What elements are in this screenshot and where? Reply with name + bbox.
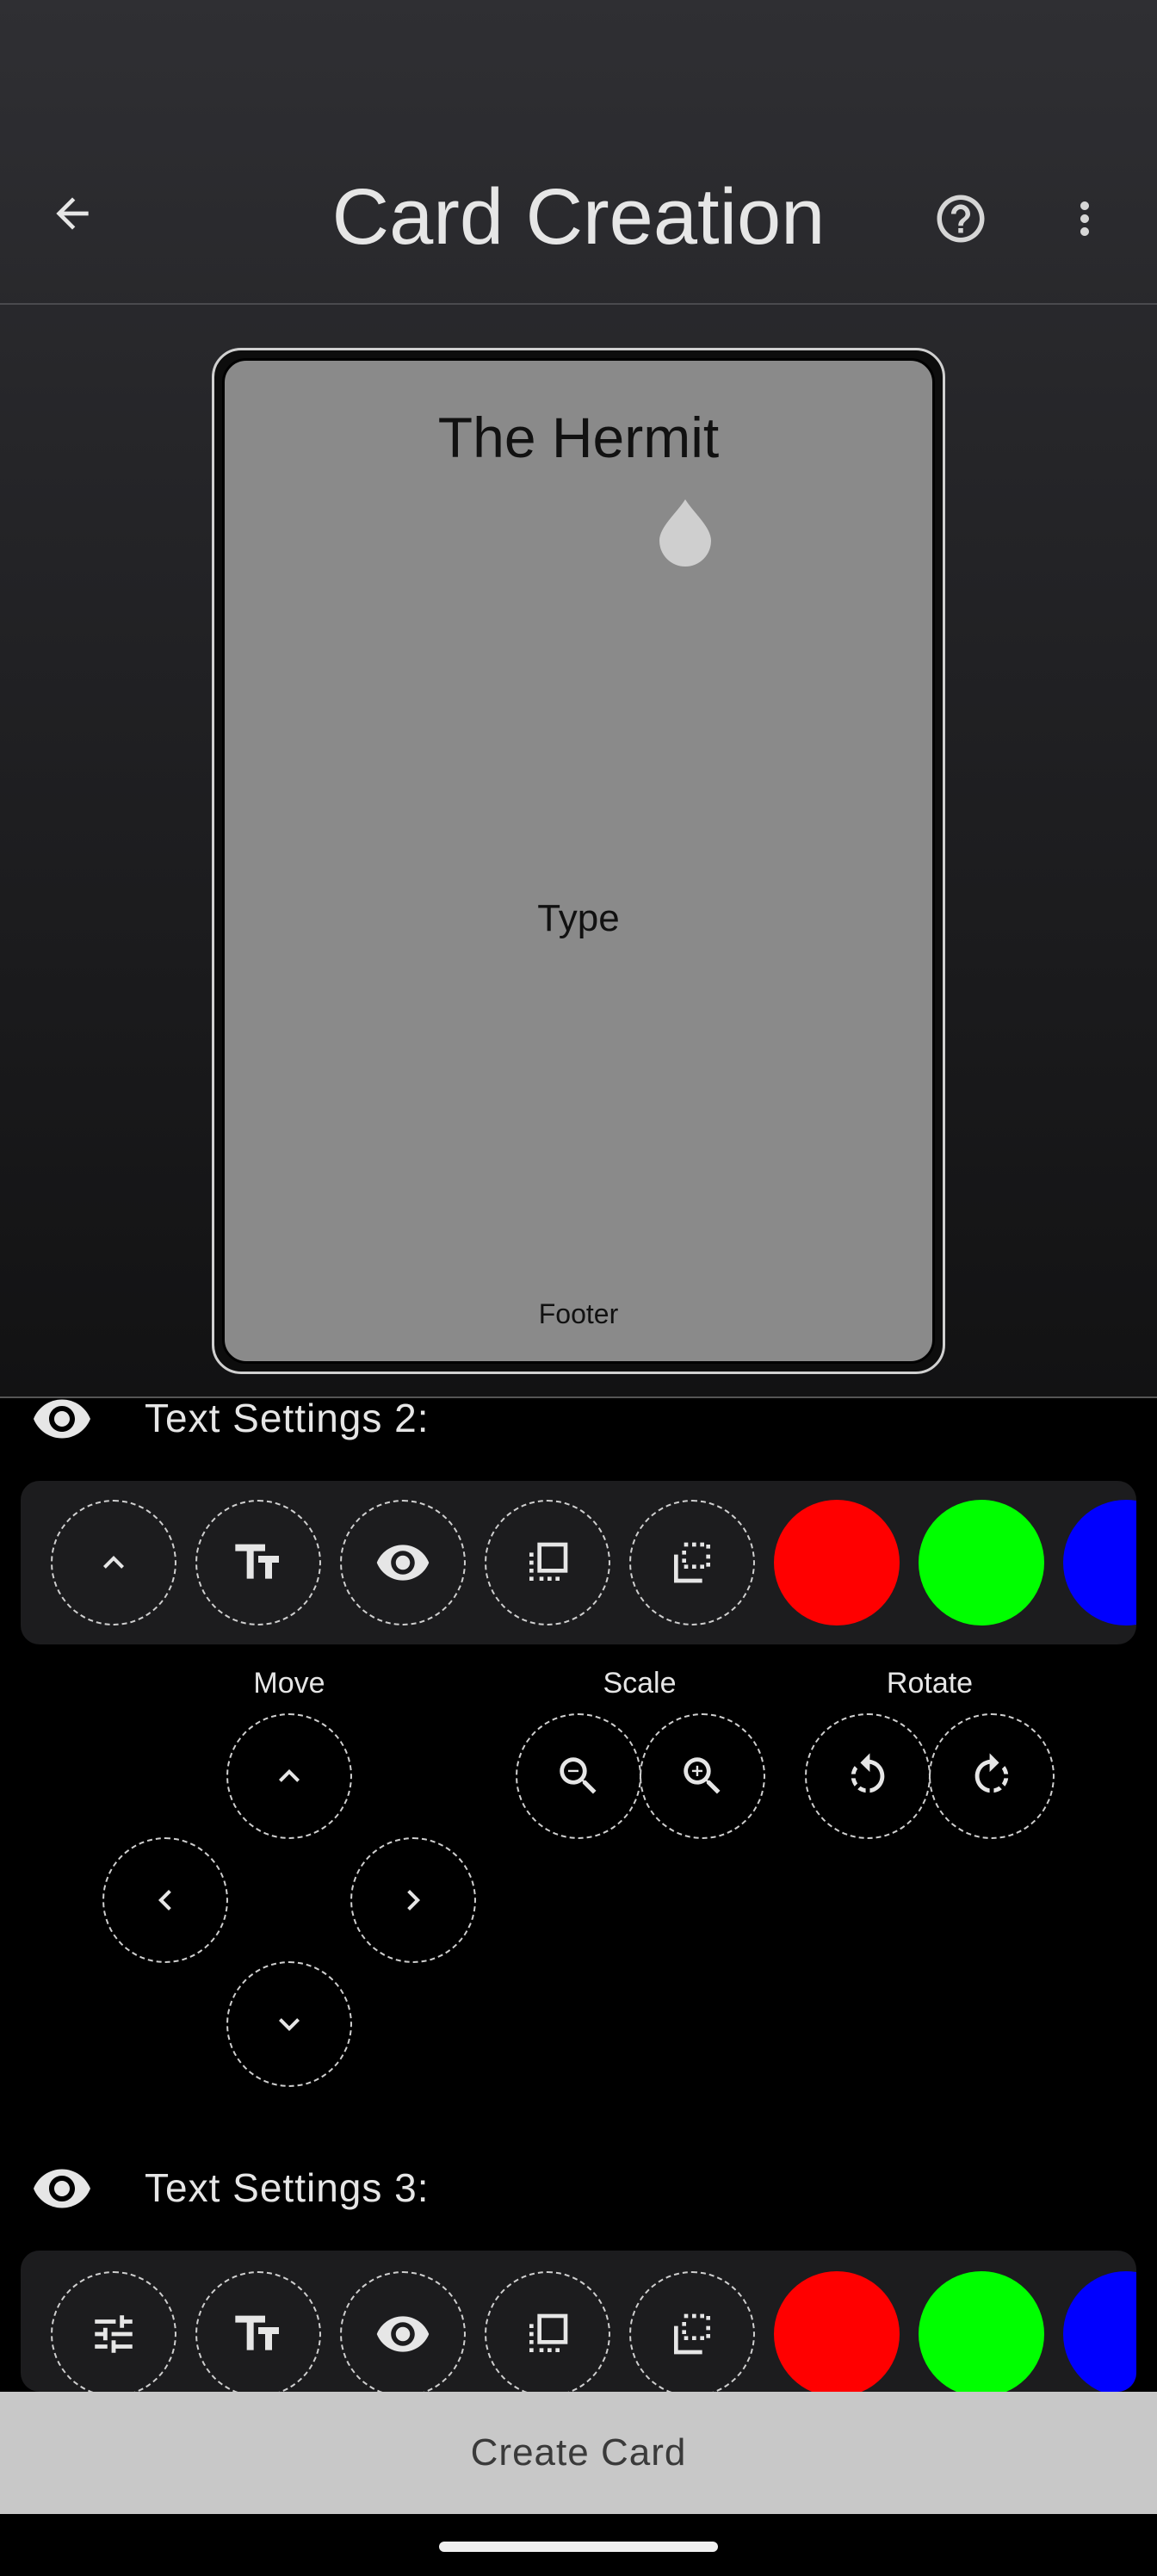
bring-front-icon (529, 2313, 568, 2352)
bring-front-button[interactable] (485, 2271, 610, 2392)
visibility-button[interactable] (340, 2271, 466, 2392)
color-swatch-green[interactable] (919, 2271, 1044, 2392)
bring-front-icon (529, 1542, 568, 1581)
move-right-button[interactable] (350, 1837, 476, 1963)
card-footer-text[interactable]: Footer (222, 1298, 935, 1330)
card-title-text[interactable]: The Hermit (222, 405, 935, 470)
settings-button[interactable] (51, 2271, 176, 2392)
help-button[interactable] (919, 177, 1002, 260)
move-down-button[interactable] (226, 1961, 352, 2087)
send-back-icon (674, 1542, 710, 1583)
more-vertical-icon (1080, 201, 1089, 236)
rotate-left-icon (851, 1753, 885, 1793)
section-2-toolbar (21, 1481, 1136, 1644)
gesture-nav-handle[interactable] (439, 2542, 718, 2552)
overflow-menu-button[interactable] (1043, 177, 1126, 260)
chevron-left-icon (158, 1890, 171, 1910)
rotate-left-button[interactable] (805, 1713, 931, 1839)
text-size-icon (235, 2315, 279, 2350)
create-card-button[interactable]: Create Card (0, 2392, 1157, 2514)
card-preview[interactable] (222, 358, 935, 1364)
eye-icon (376, 2316, 430, 2352)
card-type-text[interactable]: Type (222, 897, 935, 940)
zoom-out-icon (560, 1757, 597, 1794)
chevron-up-icon (279, 1769, 300, 1782)
text-size-button[interactable] (195, 1500, 321, 1625)
scale-label: Scale (603, 1667, 677, 1700)
chevron-right-icon (407, 1890, 420, 1910)
text-size-icon (235, 1544, 279, 1579)
send-back-button[interactable] (629, 1500, 755, 1625)
zoom-in-icon (684, 1757, 721, 1794)
color-swatch-blue[interactable] (1063, 1500, 1136, 1625)
visibility-button[interactable] (340, 1500, 466, 1625)
section-3-visibility-toggle[interactable] (31, 2164, 93, 2213)
text-size-button[interactable] (195, 2271, 321, 2392)
move-left-button[interactable] (102, 1837, 228, 1963)
eye-icon (376, 1545, 430, 1581)
section-3-toolbar (21, 2251, 1136, 2392)
bring-front-button[interactable] (485, 1500, 610, 1625)
color-swatch-red[interactable] (774, 2271, 900, 2392)
tune-icon (95, 2315, 133, 2353)
chevron-down-icon (279, 2018, 300, 2031)
move-up-button[interactable] (51, 1500, 176, 1625)
section-3-title: Text Settings 3: (145, 2165, 430, 2210)
help-circle-icon (937, 195, 985, 243)
chevron-up-icon (103, 1556, 124, 1569)
water-drop-icon[interactable] (656, 498, 715, 567)
rotate-right-button[interactable] (929, 1713, 1055, 1839)
color-swatch-green[interactable] (919, 1500, 1044, 1625)
send-back-icon (674, 2313, 710, 2355)
move-label: Move (253, 1667, 325, 1700)
section-2-visibility-toggle[interactable] (31, 1395, 93, 1443)
zoom-out-button[interactable] (516, 1713, 641, 1839)
eye-icon (34, 1399, 90, 1439)
rotate-label: Rotate (886, 1667, 974, 1700)
section-2-title: Text Settings 2: (145, 1396, 430, 1440)
appbar-divider (0, 303, 1157, 305)
zoom-in-button[interactable] (640, 1713, 765, 1839)
color-swatch-blue[interactable] (1063, 2271, 1136, 2392)
send-back-button[interactable] (629, 2271, 755, 2392)
eye-icon (34, 2169, 90, 2208)
move-up-arrow-button[interactable] (226, 1713, 352, 1839)
rotate-right-icon (974, 1753, 1009, 1793)
color-swatch-red[interactable] (774, 1500, 900, 1625)
